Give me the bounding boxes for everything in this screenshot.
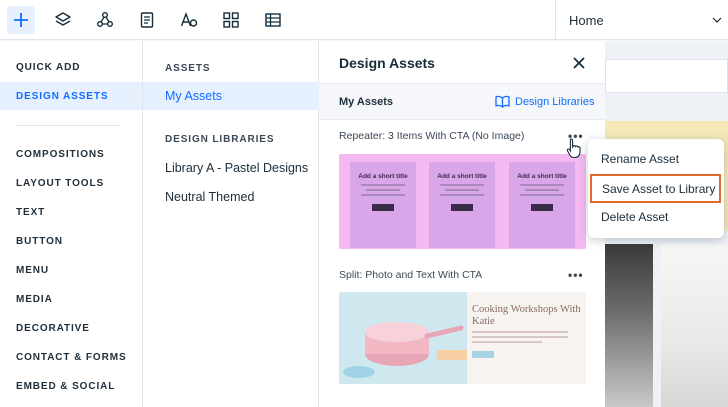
- card-text-line: [525, 189, 559, 191]
- panel-subheader: My Assets Design Libraries: [319, 83, 605, 120]
- category-layout-tools[interactable]: LAYOUT TOOLS: [0, 169, 142, 197]
- category-compositions[interactable]: COMPOSITIONS: [0, 140, 142, 168]
- category-divider: [16, 125, 120, 126]
- rename-asset-option[interactable]: Rename Asset: [588, 144, 724, 173]
- split-asset-thumbnail[interactable]: Cooking Workshops With Katie: [339, 292, 586, 384]
- category-menu[interactable]: MENU: [0, 256, 142, 284]
- card-title: Add a short title: [517, 173, 567, 180]
- card-cta-button: [531, 204, 553, 211]
- more-options-icon[interactable]: •••: [568, 268, 584, 282]
- category-embed-social[interactable]: EMBED & SOCIAL: [0, 372, 142, 400]
- card-text-line: [361, 184, 405, 186]
- category-decorative[interactable]: DECORATIVE: [0, 314, 142, 342]
- panel-title: Design Assets: [339, 55, 435, 71]
- repeater-asset-thumbnail[interactable]: Add a short title Add a short title Add …: [339, 154, 586, 249]
- repeater-card: Add a short title: [429, 162, 495, 248]
- card-title: Add a short title: [437, 173, 487, 180]
- card-text-line: [520, 184, 564, 186]
- category-media[interactable]: MEDIA: [0, 285, 142, 313]
- card-title: Add a short title: [358, 173, 408, 180]
- text-font-icon[interactable]: [175, 6, 203, 34]
- sub-item-my-assets[interactable]: My Assets: [143, 82, 319, 110]
- card-text-line: [366, 189, 400, 191]
- split-cta-button: [472, 351, 494, 358]
- category-button[interactable]: BUTTON: [0, 227, 142, 255]
- design-libraries-heading: DESIGN LIBRARIES: [165, 134, 275, 145]
- card-text-line: [440, 184, 484, 186]
- design-assets-subpanel: ASSETS My Assets DESIGN LIBRARIES Librar…: [142, 41, 319, 407]
- split-text-line: [472, 341, 542, 343]
- asset-label: Repeater: 3 Items With CTA (No Image): [339, 130, 525, 142]
- category-quick-add[interactable]: QUICK ADD: [0, 53, 142, 81]
- plus-icon[interactable]: [7, 6, 35, 34]
- asset-label: Split: Photo and Text With CTA: [339, 269, 483, 281]
- design-assets-panel: Design Assets My Assets Design Libraries…: [319, 41, 605, 407]
- split-text-line: [472, 336, 568, 338]
- canvas-header-strip: [605, 59, 728, 93]
- sub-item-library-a[interactable]: Library A - Pastel Designs: [143, 154, 319, 182]
- design-libraries-label: Design Libraries: [515, 95, 595, 108]
- page-select-label: Home: [569, 12, 604, 28]
- pages-icon[interactable]: [133, 6, 161, 34]
- card-text-line: [520, 194, 564, 196]
- book-icon: [495, 95, 510, 108]
- top-toolbar: Home: [0, 0, 728, 40]
- canvas-image: [605, 244, 653, 407]
- sub-item-neutral-themed[interactable]: Neutral Themed: [143, 183, 319, 211]
- cookware-illustration: [343, 322, 467, 378]
- hand-cursor-icon: [566, 138, 581, 159]
- canvas-image: [661, 244, 728, 407]
- delete-asset-option[interactable]: Delete Asset: [588, 202, 724, 231]
- repeater-card: Add a short title: [509, 162, 575, 248]
- card-cta-button: [451, 204, 473, 211]
- card-text-line: [440, 194, 484, 196]
- split-text-block: Cooking Workshops With Katie: [472, 304, 582, 358]
- cookware-photo: [339, 292, 467, 384]
- save-asset-to-library-option[interactable]: Save Asset to Library: [590, 174, 721, 203]
- table-icon[interactable]: [259, 6, 287, 34]
- apps-icon[interactable]: [91, 6, 119, 34]
- chevron-down-icon: [712, 17, 722, 23]
- card-text-line: [445, 189, 479, 191]
- grid-icon[interactable]: [217, 6, 245, 34]
- category-contact-forms[interactable]: CONTACT & FORMS: [0, 343, 142, 371]
- asset-context-menu: Rename Asset Save Asset to Library Delet…: [588, 139, 724, 238]
- category-text[interactable]: TEXT: [0, 198, 142, 226]
- card-text-line: [361, 194, 405, 196]
- split-text-line: [472, 331, 568, 333]
- repeater-card: Add a short title: [350, 162, 416, 248]
- category-design-assets[interactable]: DESIGN ASSETS: [0, 82, 142, 110]
- layers-icon[interactable]: [49, 6, 77, 34]
- close-icon[interactable]: [571, 55, 587, 71]
- assets-heading: ASSETS: [165, 63, 211, 74]
- design-libraries-link[interactable]: Design Libraries: [495, 95, 594, 108]
- card-cta-button: [372, 204, 394, 211]
- add-panel-categories: QUICK ADD DESIGN ASSETS COMPOSITIONS LAY…: [0, 41, 142, 407]
- split-heading: Cooking Workshops With Katie: [472, 304, 581, 327]
- my-assets-label: My Assets: [339, 96, 394, 108]
- page-select-dropdown[interactable]: Home: [555, 0, 728, 40]
